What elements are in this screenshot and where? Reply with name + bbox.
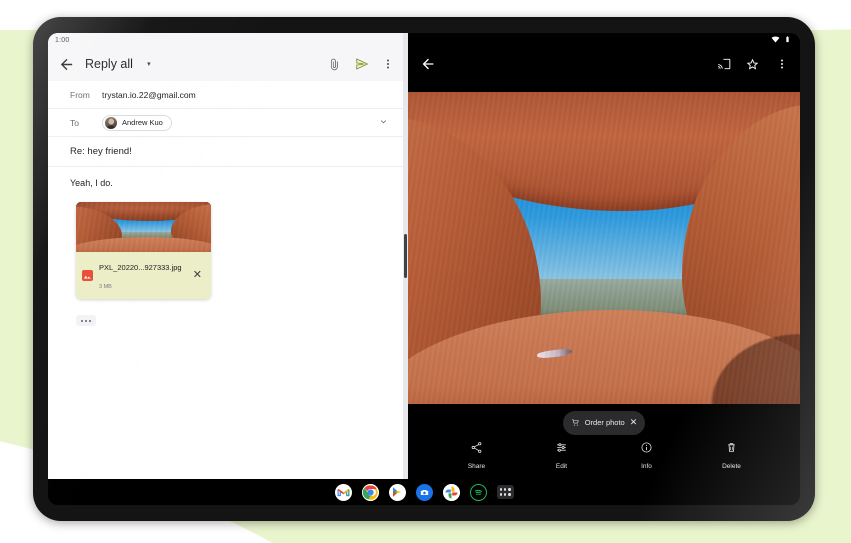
from-value: trystan.io.22@gmail.com (102, 89, 196, 100)
attachment-area: PXL_20220...927333.jpg 3 MB ✕ (48, 194, 403, 299)
edit-label: Edit (555, 462, 568, 470)
arrow-back-icon[interactable] (58, 56, 75, 73)
recipient-chip[interactable]: Andrew Kuo (102, 114, 172, 131)
to-field-row[interactable]: To Andrew Kuo (48, 109, 403, 137)
photos-app-bar (408, 47, 800, 81)
taskbar-app-camera[interactable] (415, 483, 433, 501)
grid-dot (507, 488, 511, 492)
more-vert-icon[interactable] (381, 55, 395, 73)
more-vert-icon[interactable] (773, 56, 790, 73)
gmail-status-bar: 1:00 (48, 33, 403, 47)
photo-artwork (408, 92, 800, 404)
gmail-app-bar: Reply all ▾ (48, 47, 403, 81)
taskbar-app-gmail[interactable] (334, 483, 352, 501)
order-photo-chip[interactable]: Order photo ✕ (562, 410, 646, 435)
desert-rock-arch-photo (76, 202, 211, 252)
grid-dot (507, 492, 511, 496)
status-clock: 1:00 (55, 36, 70, 44)
shopping-cart-icon (571, 414, 580, 432)
order-photo-label: Order photo (584, 418, 625, 427)
recipient-name: Andrew Kuo (122, 118, 163, 127)
attachment-card[interactable]: PXL_20220...927333.jpg 3 MB ✕ (76, 202, 211, 299)
trash-icon (725, 441, 738, 459)
grid-dot (499, 492, 503, 496)
photos-status-bar (408, 33, 800, 47)
gmail-compose-body: From trystan.io.22@gmail.com To Andrew K… (48, 81, 403, 479)
compose-mode-title: Reply all (85, 57, 133, 71)
cast-icon[interactable] (715, 56, 732, 73)
share-button[interactable]: Share (434, 441, 519, 470)
attachment-footer: PXL_20220...927333.jpg 3 MB ✕ (76, 252, 211, 299)
grid-dot (499, 488, 503, 492)
from-label: From (70, 89, 90, 100)
dot (81, 319, 83, 322)
all-apps-button[interactable] (496, 485, 514, 499)
info-button[interactable]: Info (604, 441, 689, 470)
order-photo-chip-bar: Order photo ✕ (408, 410, 800, 435)
tablet-device-frame: 1:00 Reply all ▾ From trystan.io.22@gmai… (33, 17, 815, 521)
attachment-meta: PXL_20220...927333.jpg 3 MB (99, 257, 184, 293)
delete-label: Delete (722, 462, 741, 470)
taskbar-app-chrome[interactable] (361, 483, 379, 501)
desert-rock-arch-photo[interactable] (408, 92, 800, 404)
share-icon (470, 441, 483, 459)
android-taskbar (48, 479, 800, 505)
to-label: To (70, 117, 79, 128)
show-quoted-text-button[interactable] (76, 315, 96, 326)
arrow-back-icon[interactable] (419, 56, 436, 73)
chevron-down-icon[interactable] (378, 116, 389, 129)
photo-rock-texture (76, 202, 211, 252)
delete-button[interactable]: Delete (689, 441, 774, 470)
taskbar-app-google-photos[interactable] (442, 483, 460, 501)
split-screen-container: 1:00 Reply all ▾ From trystan.io.22@gmai… (48, 33, 800, 479)
attachment-file-name: PXL_20220...927333.jpg (99, 263, 182, 272)
subject-line[interactable]: Re: hey friend! (48, 137, 403, 167)
grid-dot (503, 488, 507, 492)
photo-rock-texture (408, 92, 800, 404)
grid-dot (503, 492, 507, 496)
tune-icon (555, 441, 568, 459)
image-file-icon (82, 269, 93, 281)
taskbar-app-play-store[interactable] (388, 483, 406, 501)
info-label: Info (641, 462, 652, 470)
avatar (105, 116, 117, 129)
from-field-row[interactable]: From trystan.io.22@gmail.com (48, 81, 403, 109)
attach-file-icon[interactable] (325, 55, 343, 73)
message-body-text[interactable]: Yeah, I do. (48, 167, 403, 194)
taskbar-app-spotify[interactable] (469, 483, 487, 501)
send-icon[interactable] (353, 55, 371, 73)
close-icon[interactable]: ✕ (630, 418, 638, 427)
divider-drag-handle[interactable] (404, 234, 407, 278)
share-label: Share (467, 462, 486, 470)
dot (85, 319, 87, 322)
gmail-app-pane: 1:00 Reply all ▾ From trystan.io.22@gmai… (48, 33, 403, 479)
info-icon (640, 441, 653, 459)
photo-action-bar: Share Edit Info Delete (408, 435, 800, 479)
tablet-screen: 1:00 Reply all ▾ From trystan.io.22@gmai… (48, 33, 800, 505)
close-icon[interactable]: ✕ (190, 269, 205, 281)
google-photos-app-pane: Order photo ✕ Share Edit Info Delete (408, 33, 800, 479)
attachment-thumbnail[interactable] (76, 202, 211, 252)
dot (89, 319, 91, 322)
photo-viewer[interactable] (408, 81, 800, 410)
attachment-file-size: 3 MB (99, 284, 112, 290)
star-outline-icon[interactable] (744, 56, 761, 73)
chevron-down-icon[interactable]: ▾ (143, 61, 155, 68)
edit-button[interactable]: Edit (519, 441, 604, 470)
